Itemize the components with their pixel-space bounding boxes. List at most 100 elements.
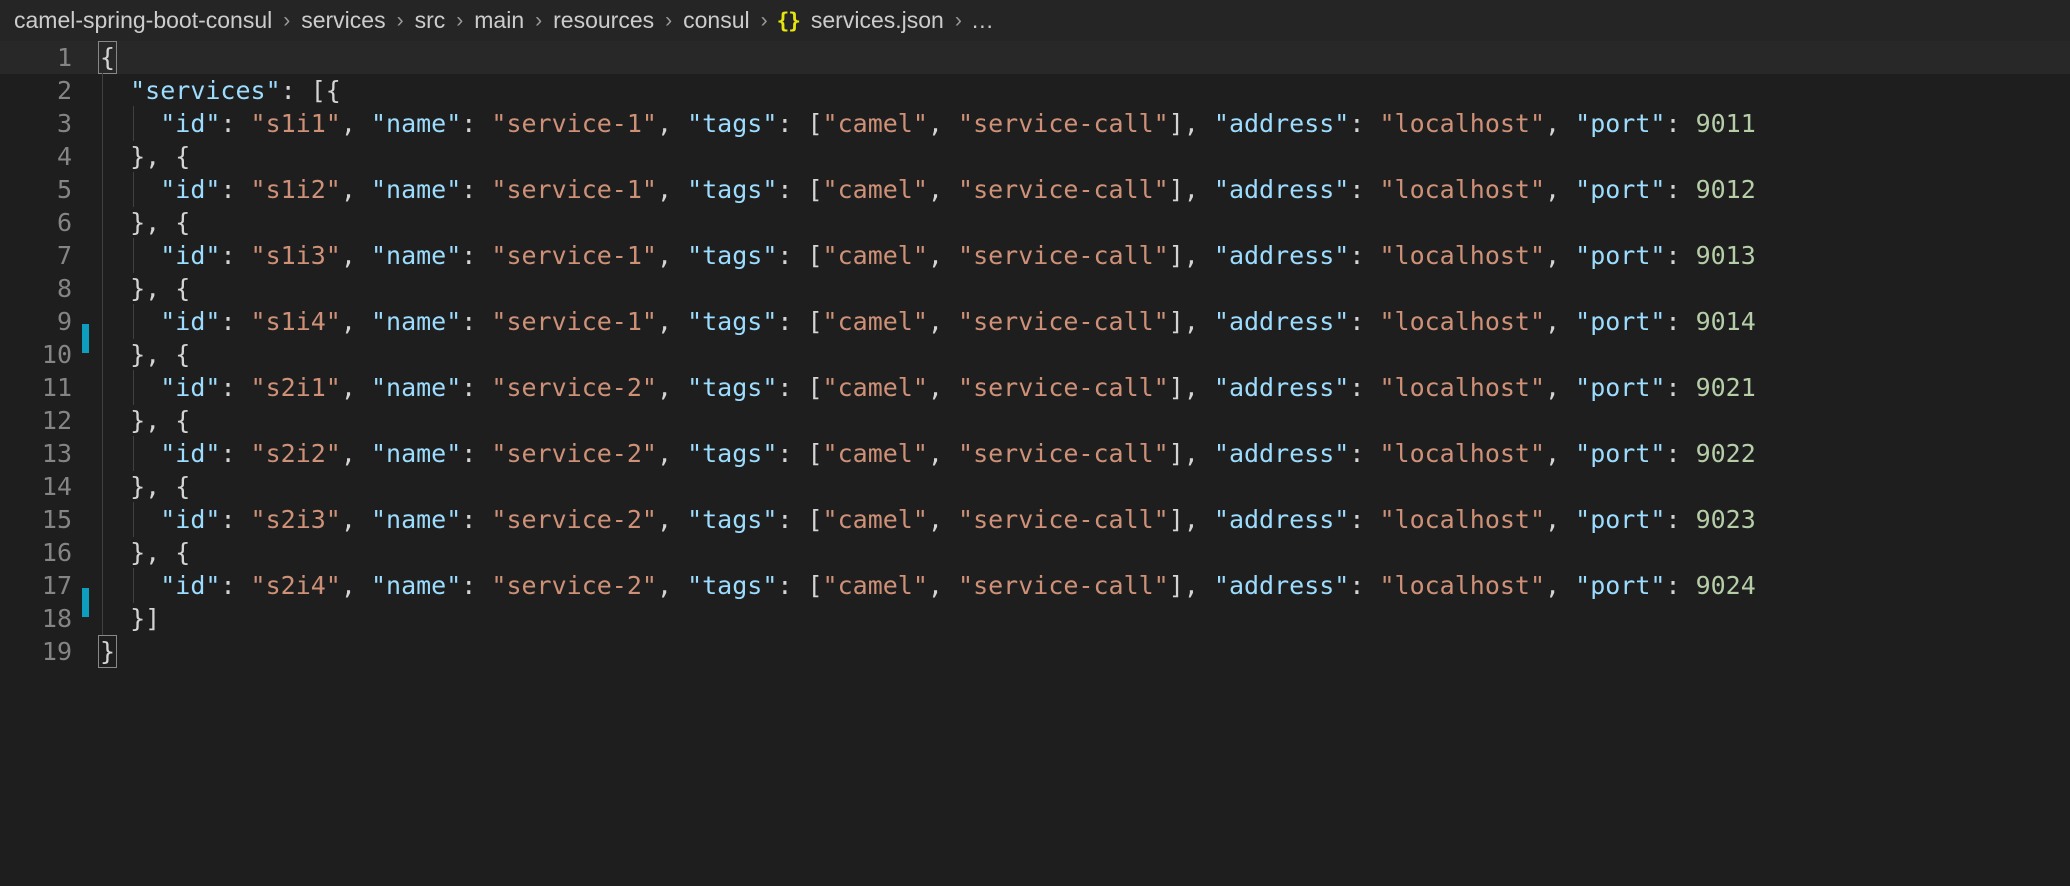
code-line[interactable]: 17 "id": "s2i4", "name": "service-2", "t… xyxy=(0,569,2070,602)
code-line-content[interactable]: "id": "s2i3", "name": "service-2", "tags… xyxy=(100,503,2070,536)
code-line-content[interactable]: }, { xyxy=(100,272,2070,305)
token-punct: , xyxy=(928,109,958,138)
breadcrumb-separator-icon: › xyxy=(526,9,551,33)
code-editor[interactable]: 1{2 "services": [{3 "id": "s1i1", "name"… xyxy=(0,41,2070,886)
token-str: "service-2" xyxy=(491,439,657,468)
token-str: "service-call" xyxy=(958,373,1169,402)
token-punct: , xyxy=(341,373,371,402)
code-line-content[interactable]: "id": "s1i2", "name": "service-1", "tags… xyxy=(100,173,2070,206)
token-punct: }] xyxy=(100,604,160,633)
breadcrumb-overflow-ellipsis[interactable]: … xyxy=(971,7,995,34)
token-punct: ], xyxy=(1169,571,1214,600)
token-punct: , xyxy=(1545,109,1575,138)
code-line[interactable]: 10 }, { xyxy=(0,338,2070,371)
breadcrumb-item-src[interactable]: src xyxy=(413,7,448,34)
code-line[interactable]: 3 "id": "s1i1", "name": "service-1", "ta… xyxy=(0,107,2070,140)
code-line[interactable]: 4 }, { xyxy=(0,140,2070,173)
token-str: "service-call" xyxy=(958,109,1169,138)
token-punct: : xyxy=(220,505,250,534)
code-line-content[interactable]: }, { xyxy=(100,206,2070,239)
token-num: 9014 xyxy=(1696,307,1756,336)
token-punct: : xyxy=(461,571,491,600)
code-line[interactable]: 13 "id": "s2i2", "name": "service-2", "t… xyxy=(0,437,2070,470)
token-key: "tags" xyxy=(687,307,777,336)
code-line[interactable]: 11 "id": "s2i1", "name": "service-2", "t… xyxy=(0,371,2070,404)
code-line-content[interactable]: }, { xyxy=(100,470,2070,503)
breadcrumb-separator-icon: › xyxy=(752,9,777,33)
breadcrumb-separator-icon: › xyxy=(656,9,681,33)
token-key: "address" xyxy=(1214,175,1349,204)
token-punct: , xyxy=(341,439,371,468)
code-line[interactable]: 15 "id": "s2i3", "name": "service-2", "t… xyxy=(0,503,2070,536)
code-line[interactable]: 18 }] xyxy=(0,602,2070,635)
token-str: "service-1" xyxy=(491,241,657,270)
token-punct: : [ xyxy=(777,373,822,402)
token-key: "tags" xyxy=(687,175,777,204)
token-str: "localhost" xyxy=(1379,439,1545,468)
token-str: "camel" xyxy=(823,439,928,468)
line-number: 15 xyxy=(0,503,72,536)
code-line[interactable]: 8 }, { xyxy=(0,272,2070,305)
token-key: "name" xyxy=(371,109,461,138)
code-line-content[interactable]: }, { xyxy=(100,536,2070,569)
token-punct: , xyxy=(657,307,687,336)
token-punct xyxy=(100,76,130,105)
code-line[interactable]: 9 "id": "s1i4", "name": "service-1", "ta… xyxy=(0,305,2070,338)
token-punct: , xyxy=(341,175,371,204)
line-number: 17 xyxy=(0,569,72,602)
code-line[interactable]: 7 "id": "s1i3", "name": "service-1", "ta… xyxy=(0,239,2070,272)
token-punct: , xyxy=(341,307,371,336)
token-punct: }, { xyxy=(100,406,190,435)
code-line-content[interactable]: "services": [{ xyxy=(100,74,2070,107)
code-line-content[interactable]: }, { xyxy=(100,404,2070,437)
breadcrumb-item-resources[interactable]: resources xyxy=(551,7,656,34)
token-str: "s1i1" xyxy=(251,109,341,138)
breadcrumb-item-services[interactable]: services xyxy=(299,7,387,34)
token-punct: , xyxy=(1545,241,1575,270)
token-key: "tags" xyxy=(687,439,777,468)
code-line-content[interactable]: "id": "s2i4", "name": "service-2", "tags… xyxy=(100,569,2070,602)
code-line-content[interactable]: "id": "s1i3", "name": "service-1", "tags… xyxy=(100,239,2070,272)
token-key: "id" xyxy=(160,439,220,468)
token-punct: : xyxy=(461,307,491,336)
code-line-content[interactable]: "id": "s2i2", "name": "service-2", "tags… xyxy=(100,437,2070,470)
code-line[interactable]: 1{ xyxy=(0,41,2070,74)
code-line-content[interactable]: "id": "s1i1", "name": "service-1", "tags… xyxy=(100,107,2070,140)
code-line[interactable]: 5 "id": "s1i2", "name": "service-1", "ta… xyxy=(0,173,2070,206)
code-line[interactable]: 14 }, { xyxy=(0,470,2070,503)
token-key: "address" xyxy=(1214,505,1349,534)
code-line-content[interactable]: }, { xyxy=(100,338,2070,371)
code-line-content[interactable]: } xyxy=(100,635,2070,668)
token-punct: : xyxy=(461,241,491,270)
breadcrumb-item-consul[interactable]: consul xyxy=(681,7,751,34)
token-key: "tags" xyxy=(687,505,777,534)
line-number: 3 xyxy=(0,107,72,140)
line-number: 6 xyxy=(0,206,72,239)
json-file-icon: {} xyxy=(777,9,800,33)
code-line-content[interactable]: }, { xyxy=(100,140,2070,173)
token-punct: , xyxy=(341,505,371,534)
code-line-content[interactable]: }] xyxy=(100,602,2070,635)
token-key: "name" xyxy=(371,307,461,336)
code-line[interactable]: 6 }, { xyxy=(0,206,2070,239)
line-number: 11 xyxy=(0,371,72,404)
token-punct: : [ xyxy=(777,241,822,270)
code-line[interactable]: 2 "services": [{ xyxy=(0,74,2070,107)
code-line[interactable]: 19} xyxy=(0,635,2070,668)
code-line-content[interactable]: "id": "s1i4", "name": "service-1", "tags… xyxy=(100,305,2070,338)
code-line-content[interactable]: "id": "s2i1", "name": "service-2", "tags… xyxy=(100,371,2070,404)
token-punct: , xyxy=(928,505,958,534)
token-punct xyxy=(100,307,160,336)
token-punct xyxy=(100,241,160,270)
code-line[interactable]: 12 }, { xyxy=(0,404,2070,437)
breadcrumb-item-camel-spring-boot-consul[interactable]: camel-spring-boot-consul xyxy=(12,7,274,34)
line-number: 12 xyxy=(0,404,72,437)
token-punct: : xyxy=(220,571,250,600)
line-number: 14 xyxy=(0,470,72,503)
breadcrumb-item-services-json[interactable]: services.json xyxy=(809,7,946,34)
breadcrumb-item-main[interactable]: main xyxy=(472,7,526,34)
code-line-content[interactable]: { xyxy=(100,41,2070,74)
token-str: "localhost" xyxy=(1379,109,1545,138)
token-punct: ], xyxy=(1169,307,1214,336)
code-line[interactable]: 16 }, { xyxy=(0,536,2070,569)
